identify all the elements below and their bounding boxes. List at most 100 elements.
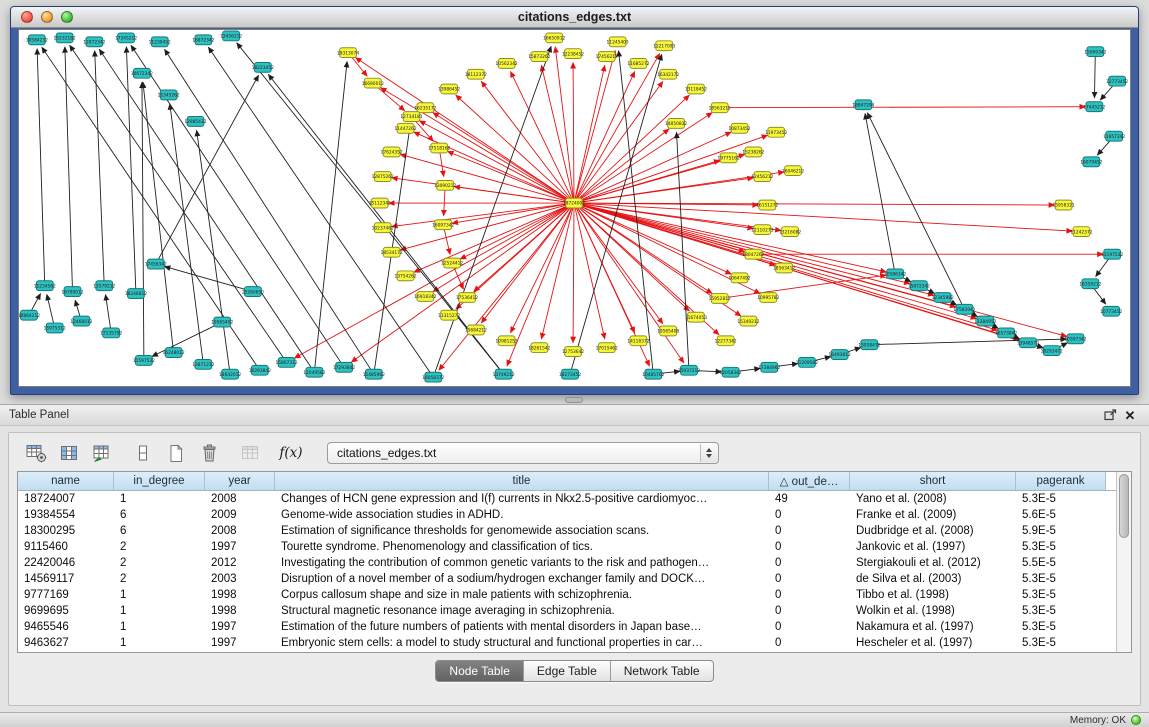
graph-node[interactable]: 12753642	[562, 347, 584, 357]
graph-node[interactable]: 12773452	[1106, 76, 1128, 86]
graph-node[interactable]: 10864212	[19, 310, 40, 320]
graph-node[interactable]: 16918342	[414, 292, 436, 302]
graph-node[interactable]: 12734181	[400, 112, 422, 122]
graph-node[interactable]: 13754262	[394, 271, 416, 281]
graph-node[interactable]: 25260650	[242, 287, 264, 297]
graph-node[interactable]: 10584232	[26, 35, 48, 45]
graph-node[interactable]: 15867312	[276, 357, 298, 367]
graph-node[interactable]: 18847294	[852, 100, 874, 110]
table-vertical-scrollbar[interactable]	[1116, 472, 1131, 652]
table-row[interactable]: 977716911998Corpus callosum shape and si…	[18, 587, 1116, 603]
graph-node[interactable]: 11674053	[685, 312, 707, 322]
graph-node[interactable]: 11485962	[363, 369, 385, 379]
graph-node[interactable]: 10773452	[1100, 306, 1122, 316]
table-row[interactable]: 1872400712008Changes of HCN gene express…	[18, 491, 1116, 507]
close-panel-icon[interactable]: ✕	[1120, 407, 1140, 423]
close-window-button[interactable]	[21, 11, 33, 23]
graph-node[interactable]: 18313074	[337, 48, 359, 58]
graph-node[interactable]: 18534172	[381, 247, 403, 257]
graph-node[interactable]: 18246812	[125, 289, 147, 299]
graph-node[interactable]: 13986452	[438, 84, 460, 94]
graph-node[interactable]: 13216082	[779, 227, 801, 237]
graph-node[interactable]: 12217093	[653, 41, 675, 51]
graph-node[interactable]: 16789012	[61, 287, 83, 297]
graph-node[interactable]: 11957342	[1103, 131, 1125, 141]
graph-node[interactable]: 11239452	[149, 37, 171, 47]
graph-node[interactable]: 11973452	[765, 127, 787, 137]
graph-node[interactable]: 18047262	[742, 249, 764, 259]
graph-node[interactable]: 18112372	[465, 69, 487, 79]
graph-node[interactable]: 17518162	[428, 143, 450, 153]
graph-node[interactable]: 17456342	[145, 259, 167, 269]
column-header-in_degree[interactable]: in_degree	[114, 472, 205, 490]
graph-node[interactable]: 19565402	[211, 317, 233, 327]
column-header-title[interactable]: title	[275, 472, 769, 490]
graph-node[interactable]: 12985432	[184, 117, 206, 127]
delete-columns-icon[interactable]	[130, 441, 156, 465]
graph-node[interactable]: 18261542	[528, 343, 550, 353]
graph-node[interactable]: 11315272	[438, 310, 460, 320]
graph-node[interactable]: 10873452	[728, 123, 750, 133]
graph-node[interactable]: 11685272	[627, 59, 649, 69]
graph-node[interactable]: 17345212	[115, 33, 137, 43]
graph-node[interactable]: 11234562	[34, 281, 56, 291]
graph-node[interactable]: 14118372	[627, 336, 649, 346]
graph-node[interactable]: 15238262	[742, 147, 764, 157]
table-row[interactable]: 946362711997Embryonic stem cells: a mode…	[18, 635, 1116, 651]
graph-node[interactable]: 19565408	[657, 326, 679, 336]
scrollbar-thumb-icon[interactable]	[1119, 474, 1129, 538]
show-columns-icon[interactable]	[56, 441, 82, 465]
graph-node[interactable]: 15937212	[678, 365, 700, 375]
network-canvas[interactable]: 1872400716151272121102731804726210647492…	[18, 29, 1131, 387]
window-titlebar[interactable]: citations_edges.txt	[11, 7, 1138, 28]
graph-node[interactable]: 17536412	[456, 293, 478, 303]
table-row[interactable]: 969969511998Structural magnetic resonanc…	[18, 603, 1116, 619]
graph-node[interactable]: 16342172	[657, 69, 679, 79]
column-header-pagerank[interactable]: pagerank	[1016, 472, 1106, 490]
graph-node[interactable]: 12049582	[303, 367, 325, 377]
graph-node[interactable]: 16058372	[422, 372, 444, 382]
graph-node[interactable]: 17135792	[100, 328, 122, 338]
graph-node[interactable]: 13871232	[192, 359, 214, 369]
graph-node[interactable]: 13579212	[93, 281, 115, 291]
column-header-name[interactable]: name	[18, 472, 114, 490]
graph-node[interactable]: 16573842	[995, 328, 1017, 338]
tab-node-table[interactable]: Node Table	[436, 661, 524, 681]
graph-node[interactable]: 10562342	[496, 59, 518, 69]
graph-node[interactable]: 16690012	[362, 78, 384, 88]
panel-splitter[interactable]	[0, 396, 1149, 404]
graph-node[interactable]: 17384962	[758, 362, 780, 372]
graph-node[interactable]: 15345262	[158, 90, 180, 100]
graph-node[interactable]: 10293842	[249, 365, 271, 375]
column-header-short[interactable]: short	[850, 472, 1016, 490]
graph-node[interactable]: 11245403	[607, 37, 629, 47]
table-row[interactable]: 911546021997Tourette syndrome. Phenomeno…	[18, 539, 1116, 555]
graph-node[interactable]: 13456212	[220, 31, 242, 41]
graph-node[interactable]: 10981253	[496, 336, 518, 346]
minimize-window-button[interactable]	[41, 11, 53, 23]
graph-node[interactable]: 12345982	[932, 293, 954, 303]
new-table-icon[interactable]	[163, 441, 189, 465]
graph-node[interactable]: 13749212	[493, 369, 515, 379]
graph-node[interactable]: 13118452	[685, 84, 707, 94]
graph-node[interactable]: 12277342	[715, 336, 737, 346]
table-mode-icon[interactable]	[23, 441, 49, 465]
graph-node[interactable]: 15873262	[528, 52, 550, 62]
function-builder-icon[interactable]: f(x)	[278, 441, 304, 465]
graph-node[interactable]: 10597342	[1064, 334, 1086, 344]
graph-node[interactable]: 16235172	[414, 103, 436, 113]
graph-node[interactable]: 11597532	[133, 356, 155, 366]
graph-node[interactable]: 16248012	[163, 348, 185, 358]
graph-node[interactable]: 12524412	[441, 258, 463, 268]
delete-table-icon[interactable]	[196, 441, 222, 465]
graph-node[interactable]: 10647492	[728, 273, 750, 283]
graph-node[interactable]: 18359212	[1079, 279, 1101, 289]
table-row[interactable]: 1938455462009Genome-wide association stu…	[18, 507, 1116, 523]
graph-node[interactable]: 12468012	[70, 316, 92, 326]
graph-node[interactable]: 17583942	[953, 304, 975, 314]
float-panel-icon[interactable]	[1100, 407, 1120, 423]
graph-node[interactable]: 15958321	[1053, 200, 1075, 210]
tab-edge-table[interactable]: Edge Table	[524, 661, 611, 681]
graph-node[interactable]: 17456212	[596, 52, 618, 62]
graph-node[interactable]: 12875262	[372, 172, 394, 182]
